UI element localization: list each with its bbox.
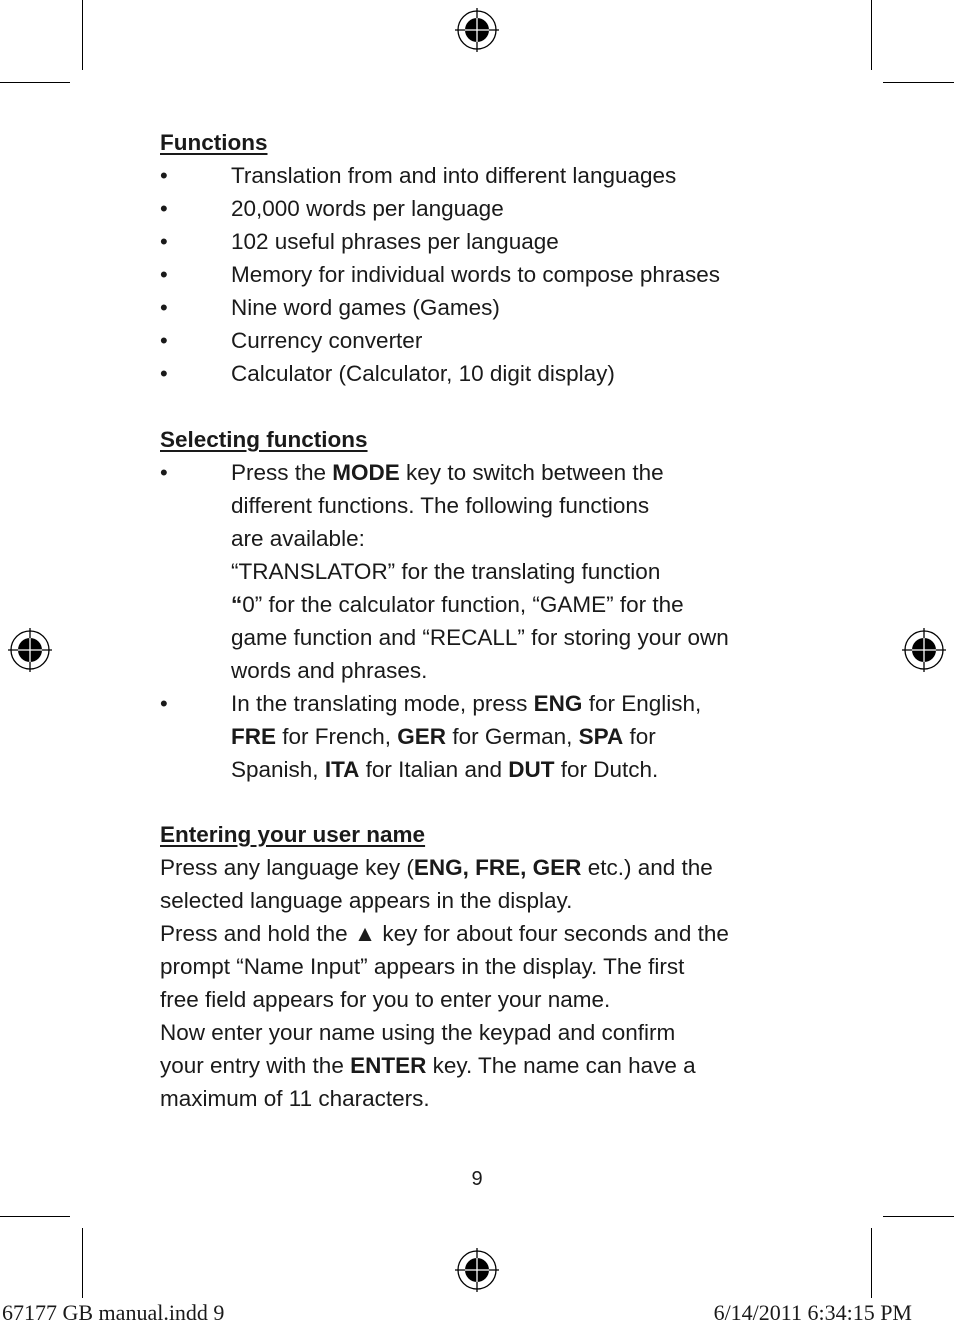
registration-mark-icon [8, 628, 52, 672]
text-segment: Spanish, [231, 757, 325, 782]
text-segment: for German, [446, 724, 579, 749]
bullet-icon: • [160, 295, 168, 320]
text-segment: Press the [231, 460, 333, 485]
list-item: Memory for individual words to compose p… [231, 258, 720, 291]
section-heading: Functions [160, 130, 268, 155]
text-segment: Translation from and into different lang… [231, 163, 677, 188]
text-segment: 102 useful phrases per language [231, 229, 559, 254]
footer-timestamp: 6/14/2011 6:34:15 PM [713, 1300, 912, 1325]
text-segment: for [623, 724, 656, 749]
crop-mark [82, 0, 83, 70]
text-segment: selected language appears in the display… [160, 888, 573, 913]
key-name: ENG, FRE, GER [413, 855, 582, 880]
text-segment: Now enter your name using the keypad and… [160, 1020, 676, 1045]
key-name: ITA [324, 757, 360, 782]
text-segment: prompt “Name Input” appears in the displ… [160, 954, 685, 979]
list-item: Calculator (Calculator, 10 digit display… [231, 357, 615, 390]
bullet-icon: • [160, 163, 168, 188]
bullet-icon: • [160, 262, 168, 287]
crop-mark [883, 82, 954, 83]
list-item: Currency converter [231, 324, 422, 357]
key-name: GER [397, 724, 447, 749]
manual-page: Functions • Translation from and into diff… [0, 0, 954, 1334]
text-line: maximum of 11 characters. [160, 1082, 430, 1115]
text-segment: key. The name can have a [426, 1053, 696, 1078]
footer-file-info: 67177 GB manual.indd 9 [2, 1300, 225, 1325]
bullet-icon: • [160, 691, 168, 716]
text-segment: Press any language key ( [160, 855, 414, 880]
text-segment: Calculator (Calculator, 10 digit display… [231, 361, 615, 386]
text-segment: Nine word games (Games) [231, 295, 500, 320]
text-segment: game function and “RECALL” for storing y… [231, 625, 729, 650]
text-segment: are available: [231, 526, 365, 551]
text-line: are available: [231, 522, 365, 555]
text-segment: Currency converter [231, 328, 423, 353]
text-line: free field appears for you to enter your… [160, 983, 610, 1016]
text-segment: for Italian and [359, 757, 509, 782]
text-segment: Press and hold the ▲ key for about four … [160, 921, 729, 946]
bullet-icon: • [160, 361, 168, 386]
bullet-icon: • [160, 196, 168, 221]
list-item: Nine word games (Games) [231, 291, 500, 324]
text-line: Spanish, ITA for Italian and DUT for Dut… [231, 753, 658, 786]
text-segment: In the translating mode, press [231, 691, 534, 716]
key-name: FRE [231, 724, 276, 749]
registration-mark-icon [455, 1248, 499, 1292]
key-name: ENG [533, 691, 583, 716]
list-item: 102 useful phrases per language [231, 225, 559, 258]
key-name: DUT [508, 757, 555, 782]
list-item: 20,000 words per language [231, 192, 504, 225]
list-item: Press the MODE key to switch between the [231, 456, 664, 489]
text-segment: “TRANSLATOR” for the translating functio… [231, 559, 661, 584]
text-line: “TRANSLATOR” for the translating functio… [231, 555, 660, 588]
text-line: Press any language key (ENG, FRE, GER et… [160, 851, 713, 884]
text-segment: Memory for individual words to compose p… [231, 262, 720, 287]
text-segment: 20,000 words per language [231, 196, 504, 221]
text-segment: free field appears for you to enter your… [160, 987, 611, 1012]
section-heading: Entering your user name [160, 822, 426, 847]
text-line: FRE for French, GER for German, SPA for [231, 720, 656, 753]
crop-mark [883, 1216, 954, 1217]
text-line: “0” for the calculator function, “GAME” … [231, 588, 684, 621]
registration-mark-icon [455, 8, 499, 52]
list-item: Translation from and into different lang… [231, 159, 676, 192]
section-heading: Selecting functions [160, 427, 368, 452]
bullet-icon: • [160, 328, 168, 353]
text-line: game function and “RECALL” for storing y… [231, 621, 729, 654]
text-line: Press and hold the ▲ key for about four … [160, 917, 729, 950]
text-line: words and phrases. [231, 654, 427, 687]
text-segment: for Dutch. [554, 757, 659, 782]
registration-mark-icon [902, 628, 946, 672]
text-line: different functions. The following funct… [231, 489, 649, 522]
text-line: your entry with the ENTER key. The name … [160, 1049, 696, 1082]
text-line: prompt “Name Input” appears in the displ… [160, 950, 684, 983]
text-segment: for English, [582, 691, 702, 716]
text-segment: etc.) and the [581, 855, 713, 880]
crop-mark [0, 82, 70, 83]
key-name: ENTER [350, 1053, 427, 1078]
text-segment: words and phrases. [231, 658, 428, 683]
page-number: 9 [471, 1168, 483, 1190]
bullet-icon: • [160, 229, 168, 254]
key-name: “ [231, 592, 243, 617]
text-segment: your entry with the [160, 1053, 351, 1078]
text-line: Now enter your name using the keypad and… [160, 1016, 675, 1049]
text-segment: maximum of 11 characters. [160, 1086, 430, 1111]
crop-mark [0, 1216, 70, 1217]
bullet-icon: • [160, 460, 168, 485]
list-item: In the translating mode, press ENG for E… [231, 687, 701, 720]
text-segment: key to switch between the [399, 460, 664, 485]
text-segment: different functions. The following funct… [231, 493, 650, 518]
text-line: selected language appears in the display… [160, 884, 572, 917]
key-name: SPA [578, 724, 624, 749]
crop-mark [871, 0, 872, 70]
text-segment: 0” for the calculator function, “GAME” f… [242, 592, 684, 617]
text-segment: for French, [276, 724, 398, 749]
crop-mark [82, 1228, 83, 1298]
crop-mark [871, 1228, 872, 1298]
key-name: MODE [332, 460, 400, 485]
